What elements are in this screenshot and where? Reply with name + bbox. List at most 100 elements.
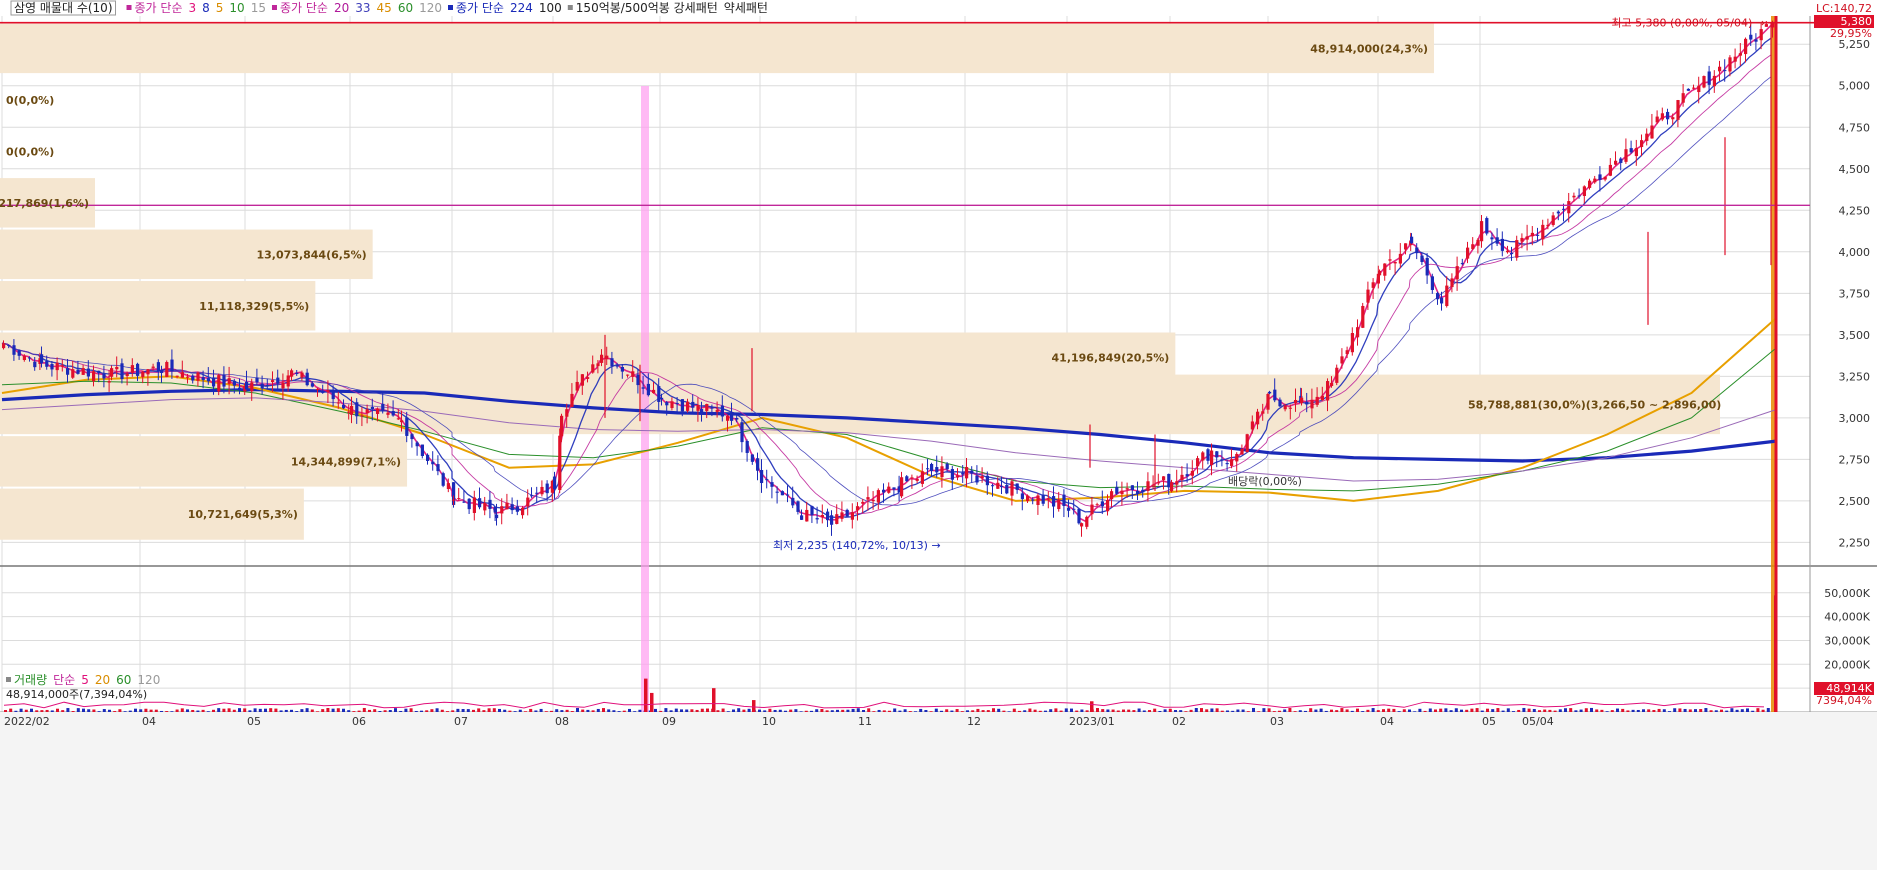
volume-bar: [1070, 708, 1073, 712]
price-legend-item[interactable]: 약세패턴: [724, 0, 768, 15]
price-axis-tick: 3,750: [1839, 287, 1871, 300]
candle-body: [1256, 411, 1260, 425]
price-legend-item[interactable]: 120: [419, 1, 442, 15]
candle-body: [1707, 71, 1711, 85]
price-legend-item[interactable]: 8: [202, 1, 210, 15]
volume-bar: [1408, 709, 1411, 712]
candle-body: [1466, 247, 1470, 259]
volume-bar: [4, 710, 7, 712]
candle-body: [110, 368, 114, 377]
candle-body: [1340, 356, 1344, 364]
candle-body: [1525, 236, 1529, 240]
volume-bar: [778, 709, 782, 712]
price-legend-item[interactable]: 종가 단순: [280, 1, 328, 15]
candle-body: [1062, 494, 1066, 507]
price-legend-item[interactable]: 3: [189, 1, 197, 15]
price-legend-item[interactable]: 33: [355, 1, 370, 15]
volume-bar: [1397, 711, 1401, 712]
price-legend-item[interactable]: 45: [377, 1, 392, 15]
volume-bar: [50, 710, 54, 712]
volume-bar: [24, 709, 28, 712]
candle-body: [1151, 484, 1155, 486]
volume-bar: [1657, 708, 1661, 712]
volume-legend-item[interactable]: 120: [137, 673, 160, 687]
volume-bar: [446, 711, 449, 712]
candle-body: [1388, 259, 1392, 261]
candle-body: [281, 382, 285, 389]
price-axis-tick: 3,500: [1839, 329, 1871, 342]
volume-bar: [1662, 709, 1666, 712]
price-axis-tick: 5,000: [1839, 80, 1871, 93]
candle-body: [975, 475, 979, 483]
candle-body: [805, 509, 809, 522]
volume-profile-label: 41,196,849(20,5%): [1052, 351, 1170, 364]
candle-body: [431, 461, 435, 465]
price-legend-item[interactable]: 15: [251, 1, 266, 15]
volume-bar: [617, 711, 621, 712]
price-legend-item[interactable]: 224: [510, 1, 533, 15]
candle-body: [310, 383, 314, 387]
volume-bar: [966, 710, 969, 712]
volume-bar: [118, 709, 122, 712]
volume-bar: [971, 710, 975, 712]
volume-legend-item[interactable]: 20: [95, 673, 110, 687]
volume-bar: [1434, 709, 1437, 712]
candle-body: [1100, 501, 1104, 507]
price-legend-item[interactable]: 삼영 매물대 수(10): [14, 1, 113, 15]
volume-bar: [919, 708, 923, 712]
volume-legend-item[interactable]: 단순: [53, 673, 75, 687]
candle-body: [1608, 164, 1612, 176]
candle-body: [381, 403, 385, 411]
volume-bar: [560, 710, 564, 712]
volume-bar: [1371, 708, 1375, 712]
candle-body: [596, 363, 600, 367]
volume-bar: [1460, 709, 1463, 712]
candle-body: [1510, 252, 1514, 255]
price-legend-item[interactable]: 종가 단순: [456, 1, 504, 15]
volume-legend-item[interactable]: 60: [116, 673, 131, 687]
candle-body: [290, 370, 294, 377]
candle-body: [1480, 221, 1484, 242]
candle-body: [675, 402, 679, 404]
price-legend-item[interactable]: 5: [216, 1, 224, 15]
candle-body: [180, 372, 184, 378]
candle-body: [710, 407, 714, 409]
candle-body: [1225, 463, 1229, 465]
price-legend-item[interactable]: 20: [334, 1, 349, 15]
candle-body: [740, 422, 744, 443]
candle-body: [1085, 516, 1089, 527]
price-legend-item[interactable]: 종가 단순: [135, 1, 183, 15]
chart-canvas[interactable]: 5,250 5,000 4,750 4,500 4,250 4,000 3,750 3,500…: [0, 0, 1877, 870]
candle-body: [1476, 239, 1480, 246]
volume-bar: [1361, 711, 1365, 712]
price-legend-item[interactable]: 100: [539, 1, 562, 15]
candle-body: [120, 363, 124, 379]
volume-bar: [596, 708, 600, 712]
candle-body: [125, 373, 129, 377]
price-legend-item[interactable]: 10: [229, 1, 244, 15]
price-legend-item[interactable]: 60: [398, 1, 413, 15]
candle-body: [1588, 180, 1592, 188]
candle-body: [1460, 263, 1464, 265]
volume-bar: [1704, 708, 1708, 712]
volume-legend-item[interactable]: 거래량: [14, 673, 47, 687]
candle-body: [1120, 490, 1124, 495]
candle-body: [436, 464, 440, 472]
candle-body: [2, 343, 6, 349]
volume-bar: [726, 711, 730, 712]
time-axis-tick: 05: [247, 715, 261, 728]
candle-body: [265, 385, 269, 387]
volume-bar: [1215, 708, 1219, 712]
candle-body: [400, 420, 404, 423]
price-legend-item[interactable]: 150억봉/500억봉 강세패턴: [576, 1, 718, 15]
volume-bar: [1111, 709, 1115, 712]
volume-bar: [685, 709, 689, 712]
candle-body: [457, 498, 461, 500]
volume-axis-tick: 20,000K: [1824, 658, 1870, 671]
volume-bar: [269, 708, 273, 712]
price-axis-tick: 2,250: [1839, 536, 1871, 549]
candle-body: [360, 415, 364, 417]
volume-legend-item[interactable]: 5: [81, 673, 89, 687]
candle-body: [336, 402, 340, 404]
volume-bar: [1610, 710, 1614, 712]
